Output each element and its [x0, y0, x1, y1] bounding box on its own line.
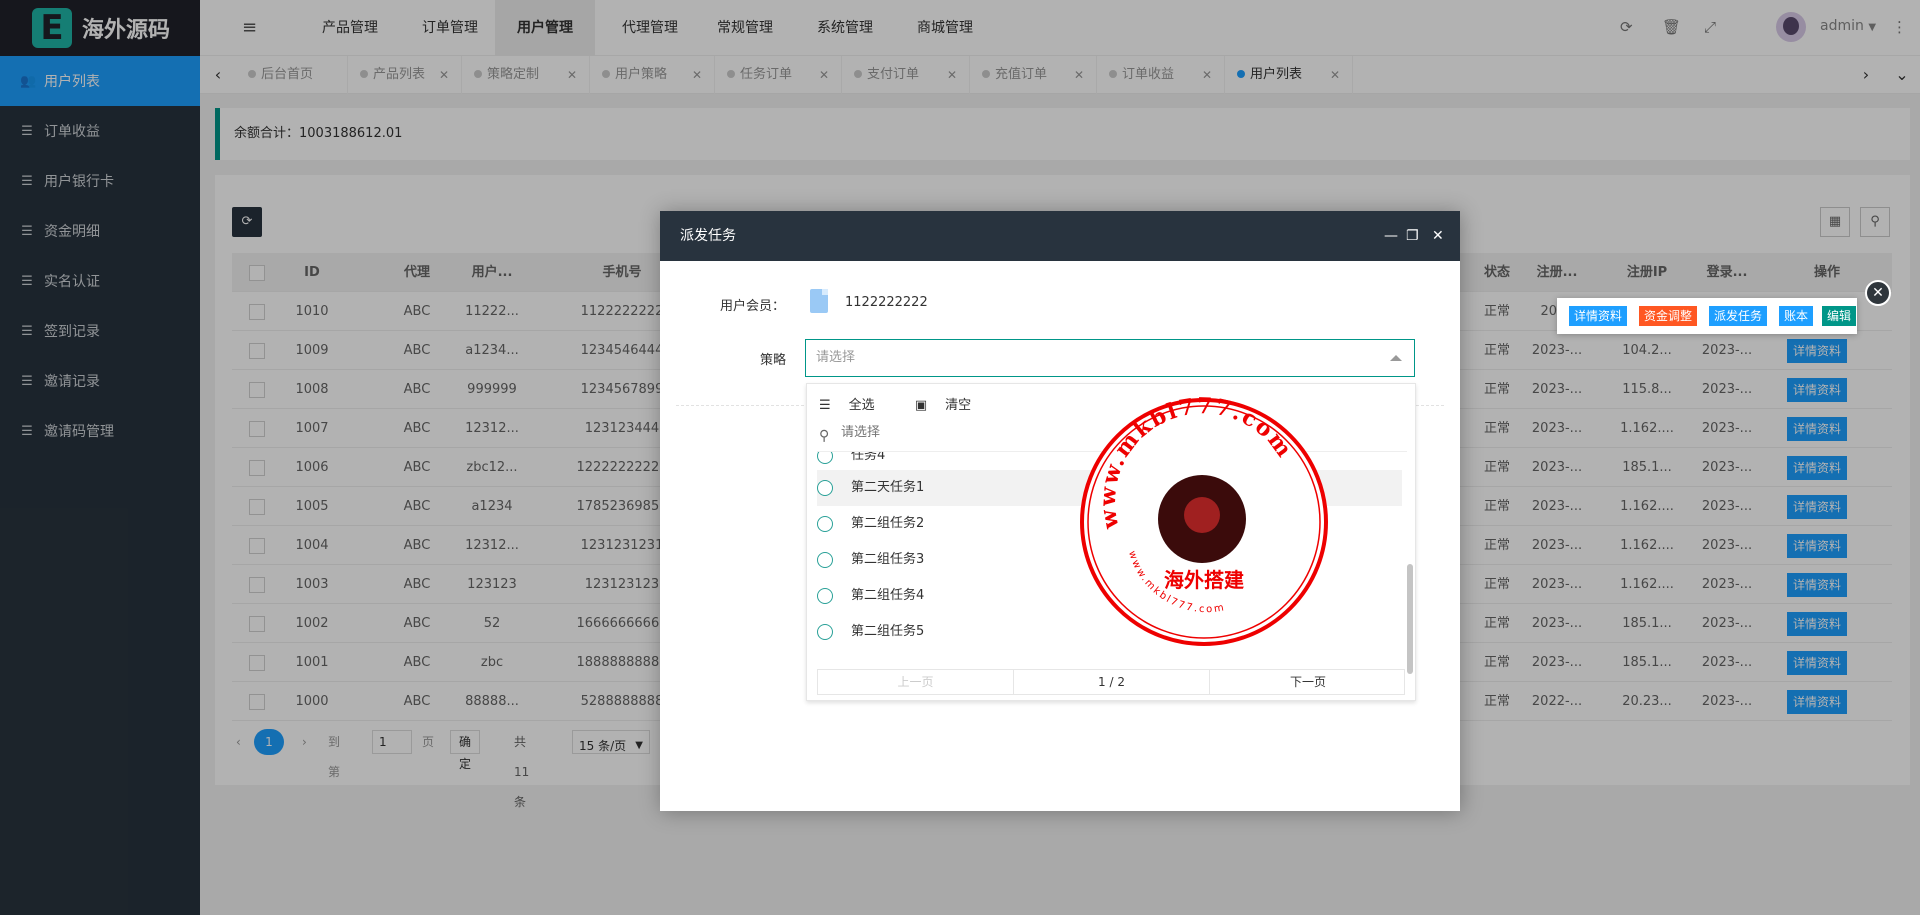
close-icon[interactable]: ✕	[1432, 211, 1444, 261]
checklist-icon: ☰	[819, 398, 831, 413]
dialog-title: 派发任务	[680, 228, 736, 244]
row-action-button[interactable]: 资金调整	[1639, 306, 1698, 326]
maximize-icon[interactable]: ❐	[1406, 211, 1419, 261]
search-icon: ⚲	[819, 428, 830, 444]
option-label: 任务4	[851, 452, 886, 463]
prev-page-button[interactable]: 上一页	[818, 670, 1014, 694]
select-all-label: 全选	[848, 398, 875, 413]
radio-icon	[817, 588, 833, 604]
watermark-seal: www.mkbl777.com 海外搭建 www.mkbl777.com	[1080, 397, 1328, 646]
select-all-button[interactable]: ☰ 全选	[819, 398, 893, 413]
clear-button[interactable]: ▣ 清空	[915, 398, 989, 413]
file-icon	[810, 289, 828, 313]
clear-label: 清空	[945, 398, 972, 413]
option-label: 第二天任务1	[851, 480, 925, 495]
row-actions-popup: 详情资料 资金调整 派发任务 账本 编辑	[1557, 298, 1857, 334]
row-action-button[interactable]: 账本	[1779, 306, 1814, 326]
scrollbar[interactable]	[1407, 564, 1413, 674]
watermark-name: 海外搭建	[1164, 568, 1244, 592]
clear-icon: ▣	[914, 398, 928, 413]
option-label: 第二组任务5	[851, 624, 925, 639]
next-page-button[interactable]: 下一页	[1210, 670, 1406, 694]
member-value: 1122222222	[845, 295, 928, 310]
row-action-button[interactable]: 详情资料	[1569, 306, 1628, 326]
strategy-select[interactable]: 请选择	[805, 339, 1415, 377]
radio-icon	[817, 516, 833, 532]
radio-icon	[817, 624, 833, 640]
caret-up-icon	[1390, 355, 1402, 361]
member-label: 用户会员：	[720, 299, 786, 314]
popup-close-icon[interactable]: ✕	[1865, 280, 1891, 306]
option-label: 第二组任务2	[851, 516, 925, 531]
option-label: 第二组任务3	[851, 552, 925, 567]
radio-icon	[817, 452, 833, 464]
minimize-icon[interactable]: —	[1384, 211, 1398, 261]
strategy-placeholder: 请选择	[816, 350, 856, 365]
dialog-header: 派发任务 — ❐ ✕	[660, 211, 1460, 261]
strategy-label: 策略	[760, 353, 787, 368]
page-indicator: 1 / 2	[1014, 670, 1210, 694]
row-action-button[interactable]: 编辑	[1822, 306, 1857, 326]
row-action-button[interactable]: 派发任务	[1709, 306, 1768, 326]
radio-icon	[817, 480, 833, 496]
dispatch-task-dialog: 派发任务 — ❐ ✕ 用户会员： 1122222222 策略 请选择 ☰ 全选 ▣…	[660, 211, 1460, 811]
option-label: 第二组任务4	[851, 588, 925, 603]
dropdown-pager: 上一页 1 / 2 下一页	[817, 669, 1405, 695]
radio-icon	[817, 552, 833, 568]
